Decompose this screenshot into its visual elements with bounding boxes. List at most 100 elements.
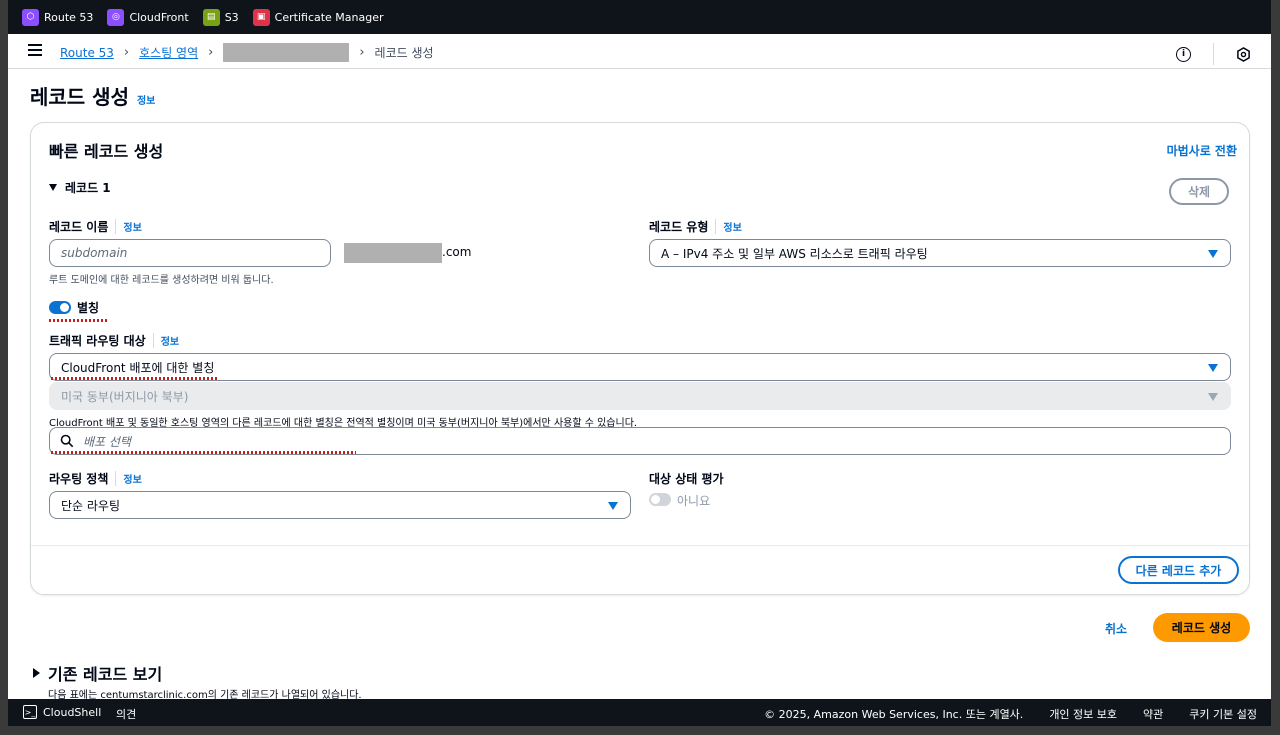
toolbar-divider: [1213, 43, 1214, 65]
caret-down-icon: [1208, 393, 1218, 401]
toolbar-icons: i: [1176, 43, 1251, 65]
cookie-preferences-link[interactable]: 쿠키 기본 설정: [1189, 706, 1257, 722]
menu-icon[interactable]: [28, 44, 42, 56]
privacy-link[interactable]: 개인 정보 보호: [1049, 706, 1117, 722]
copyright-text: © 2025, Amazon Web Services, Inc. 또는 계열사…: [764, 708, 1024, 721]
console-footer: >_ CloudShell 의견 © 2025, Amazon Web Serv…: [8, 699, 1271, 726]
quick-create-card: 빠른 레코드 생성 마법사로 전환 레코드 1 삭제 레코드 이름 정보 sub…: [30, 122, 1250, 595]
alias-toggle[interactable]: [49, 301, 71, 314]
traffic-target-value: CloudFront 배포에 대한 별칭: [61, 360, 215, 375]
routing-policy-label: 라우팅 정책 정보: [49, 470, 142, 487]
caret-down-icon: [49, 184, 57, 191]
favorite-route53[interactable]: ⬡ Route 53: [22, 8, 94, 26]
traffic-target-label: 트래픽 라우팅 대상 정보: [49, 332, 179, 349]
caret-right-icon: [33, 668, 40, 678]
breadcrumb-current: 레코드 생성: [374, 46, 434, 60]
cloudfront-icon: ◎: [107, 8, 125, 26]
record-1-toggle[interactable]: 레코드 1: [49, 179, 111, 196]
window-bottom-edge: [0, 726, 1280, 735]
route53-icon: ⬡: [22, 8, 39, 26]
info-icon[interactable]: i: [1176, 46, 1191, 62]
footer-links: © 2025, Amazon Web Services, Inc. 또는 계열사…: [764, 706, 1257, 722]
breadcrumb: Route 53 › 호스팅 영역 › › 레코드 생성: [60, 43, 434, 62]
spellcheck-underline: [51, 451, 356, 454]
certificate-manager-icon: ▣: [252, 8, 270, 26]
health-evaluation-label-text: 대상 상태 평가: [649, 472, 724, 486]
label-divider: [115, 471, 117, 486]
routing-policy-select[interactable]: 단순 라우팅: [49, 491, 631, 519]
caret-down-icon: [608, 502, 618, 510]
settings-hexagon-icon[interactable]: [1236, 46, 1251, 62]
favorite-certificate-manager[interactable]: ▣ Certificate Manager: [252, 8, 384, 26]
favorite-s3[interactable]: ▤ S3: [202, 8, 239, 26]
delete-button[interactable]: 삭제: [1169, 178, 1229, 205]
terms-link[interactable]: 약관: [1143, 706, 1163, 722]
s3-icon: ▤: [202, 8, 220, 26]
label-divider: [115, 219, 117, 234]
health-evaluation-label: 대상 상태 평가: [649, 470, 724, 487]
distribution-search-placeholder: 배포 선택: [83, 434, 131, 449]
alias-label: 별칭: [77, 301, 100, 315]
switch-to-wizard-link[interactable]: 마법사로 전환: [1167, 142, 1237, 159]
feedback-link[interactable]: 의견: [116, 706, 136, 722]
breadcrumb-bar: Route 53 › 호스팅 영역 › › 레코드 생성 i: [8, 34, 1271, 69]
toggle-knob: [651, 495, 660, 504]
create-records-button[interactable]: 레코드 생성: [1153, 613, 1250, 642]
card-title: 빠른 레코드 생성: [49, 142, 164, 161]
health-evaluation-toggle[interactable]: [649, 493, 671, 506]
routing-policy-info-link[interactable]: 정보: [123, 471, 141, 486]
record-name-label: 레코드 이름 정보: [49, 218, 142, 235]
favorite-label: CloudFront: [129, 10, 189, 24]
record-name-hint: 루트 도메인에 대한 레코드를 생성하려면 비워 둡니다.: [49, 275, 274, 286]
record-name-input[interactable]: subdomain: [49, 239, 331, 267]
cancel-button[interactable]: 취소: [1105, 620, 1127, 637]
chevron-right-icon: ›: [208, 45, 214, 60]
cloudshell-button[interactable]: >_ CloudShell: [23, 705, 101, 719]
existing-records-toggle[interactable]: 기존 레코드 보기: [33, 661, 162, 685]
favorite-cloudfront[interactable]: ◎ CloudFront: [107, 8, 189, 26]
record-header-label: 레코드 1: [65, 181, 111, 195]
caret-down-icon: [1208, 364, 1218, 372]
redacted-zone-name[interactable]: [223, 43, 350, 62]
spellcheck-underline: [49, 319, 107, 322]
traffic-target-select[interactable]: CloudFront 배포에 대한 별칭: [49, 353, 1231, 381]
existing-records-title: 기존 레코드 보기: [48, 665, 163, 684]
card-divider: [31, 545, 1249, 546]
routing-policy-label-text: 라우팅 정책: [49, 472, 109, 486]
terminal-icon: >_: [23, 705, 37, 719]
breadcrumb-hosted-zones[interactable]: 호스팅 영역: [139, 44, 198, 61]
cloudshell-label: CloudShell: [43, 705, 102, 719]
favorites-bar: ⬡ Route 53 ◎ CloudFront ▤ S3 ▣ Certifica…: [8, 0, 1271, 34]
record-type-select[interactable]: A – IPv4 주소 및 일부 AWS 리소스로 트래픽 라우팅: [649, 239, 1231, 267]
record-type-label: 레코드 유형 정보: [649, 218, 742, 235]
favorite-label: S3: [224, 10, 239, 24]
domain-suffix: .com: [442, 245, 472, 259]
chevron-right-icon: ›: [123, 45, 130, 60]
record-type-label-text: 레코드 유형: [649, 220, 709, 234]
record-type-value: A – IPv4 주소 및 일부 AWS 리소스로 트래픽 라우팅: [661, 246, 928, 261]
health-evaluation-value: 아니요: [677, 494, 711, 508]
label-divider: [152, 333, 154, 348]
add-record-button[interactable]: 다른 레코드 추가: [1118, 556, 1239, 584]
record-name-placeholder: subdomain: [61, 246, 128, 260]
record-name-info-link[interactable]: 정보: [123, 219, 141, 234]
page-info-link[interactable]: 정보: [137, 92, 155, 107]
redacted-domain: [344, 243, 442, 263]
page-title: 레코드 생성 정보: [30, 81, 155, 110]
chevron-right-icon: ›: [359, 45, 365, 60]
region-value: 미국 동부(버지니아 북부): [61, 389, 189, 404]
record-type-info-link[interactable]: 정보: [723, 219, 741, 234]
page-title-text: 레코드 생성: [30, 85, 129, 109]
routing-policy-value: 단순 라우팅: [61, 498, 121, 513]
spellcheck-underline: [51, 377, 219, 380]
traffic-target-info-link[interactable]: 정보: [161, 333, 179, 348]
favorite-label: Certificate Manager: [274, 10, 384, 24]
traffic-target-label-text: 트래픽 라우팅 대상: [49, 334, 146, 348]
record-name-label-text: 레코드 이름: [49, 220, 109, 234]
toggle-knob: [60, 303, 69, 312]
favorite-label: Route 53: [44, 10, 94, 24]
breadcrumb-route53[interactable]: Route 53: [60, 46, 114, 60]
caret-down-icon: [1208, 250, 1218, 258]
label-divider: [715, 219, 717, 234]
app-window: ⬡ Route 53 ◎ CloudFront ▤ S3 ▣ Certifica…: [8, 0, 1271, 735]
